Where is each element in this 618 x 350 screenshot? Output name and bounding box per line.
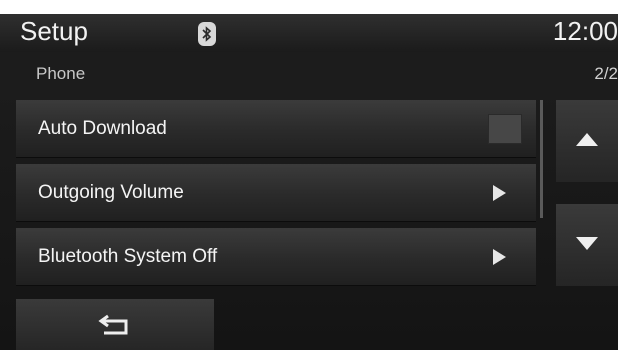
menu-item-label: Auto Download [38,118,167,139]
back-arrow-icon [98,314,128,335]
scroll-up-button[interactable] [556,100,618,182]
auto-download-checkbox[interactable] [488,114,522,144]
back-button[interactable] [16,299,214,350]
menu-item-bluetooth-system-off[interactable]: Bluetooth System Off [16,228,536,286]
menu-item-auto-download[interactable]: Auto Download [16,100,536,158]
page-title: Setup [20,16,88,46]
section-title: Phone [36,64,86,83]
scroll-track [540,100,543,218]
header-bar: Setup 12:00 [0,14,618,52]
arrow-right-icon [493,185,506,201]
triangle-down-icon [576,237,598,250]
top-border [0,0,618,14]
scroll-down-button[interactable] [556,204,618,286]
bluetooth-icon [198,22,216,46]
page-indicator: 2/2 [594,64,618,83]
subheader-bar: Phone 2/2 [0,52,618,92]
clock: 12:00 [552,16,618,46]
menu-item-label: Bluetooth System Off [38,246,218,267]
menu-item-label: Outgoing Volume [38,182,184,203]
arrow-right-icon [493,249,506,265]
menu-item-outgoing-volume[interactable]: Outgoing Volume [16,164,536,222]
triangle-up-icon [576,133,598,146]
